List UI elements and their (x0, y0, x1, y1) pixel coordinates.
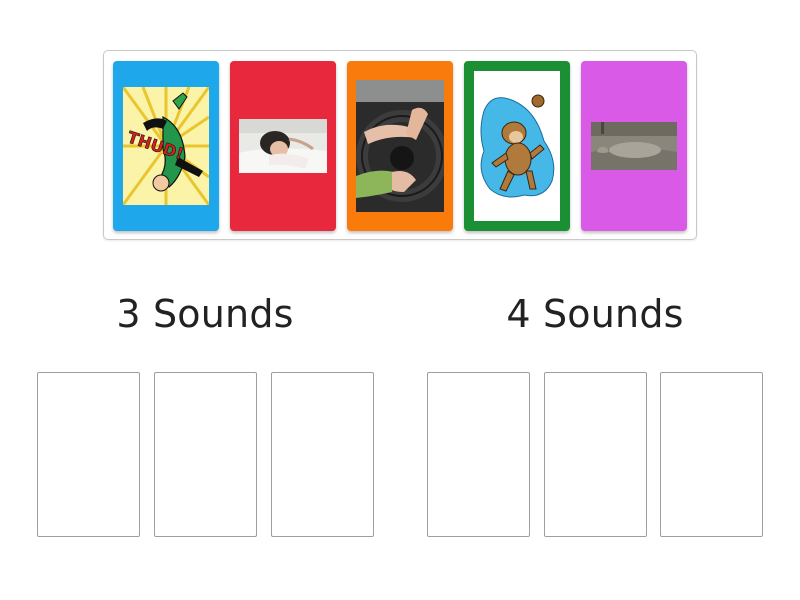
drop-slot-4-sounds-1[interactable] (427, 372, 530, 537)
card-steering-wheel[interactable] (347, 61, 453, 231)
girl-sleeping-picture (239, 119, 327, 173)
card-animal-mud[interactable] (581, 61, 687, 231)
animal-in-mud-picture (591, 122, 677, 170)
group-title-4-sounds: 4 Sounds (506, 292, 684, 336)
card-monkey[interactable] (464, 61, 570, 231)
sort-activity: THUD! 3 Sounds 4 Sounds (0, 0, 800, 600)
group-title-3-sounds: 3 Sounds (116, 292, 294, 336)
comic-fall-thud-picture: THUD! (123, 87, 209, 205)
drop-slot-4-sounds-2[interactable] (544, 372, 647, 537)
card-sleeping-girl[interactable] (230, 61, 336, 231)
card-thud[interactable]: THUD! (113, 61, 219, 231)
drop-slot-4-sounds-3[interactable] (660, 372, 763, 537)
card-tray: THUD! (103, 50, 697, 240)
drop-slot-3-sounds-2[interactable] (154, 372, 257, 537)
steering-wheel-picture (356, 80, 444, 212)
drop-slot-3-sounds-3[interactable] (271, 372, 374, 537)
drop-slot-3-sounds-1[interactable] (37, 372, 140, 537)
cartoon-monkey-picture (474, 71, 560, 221)
